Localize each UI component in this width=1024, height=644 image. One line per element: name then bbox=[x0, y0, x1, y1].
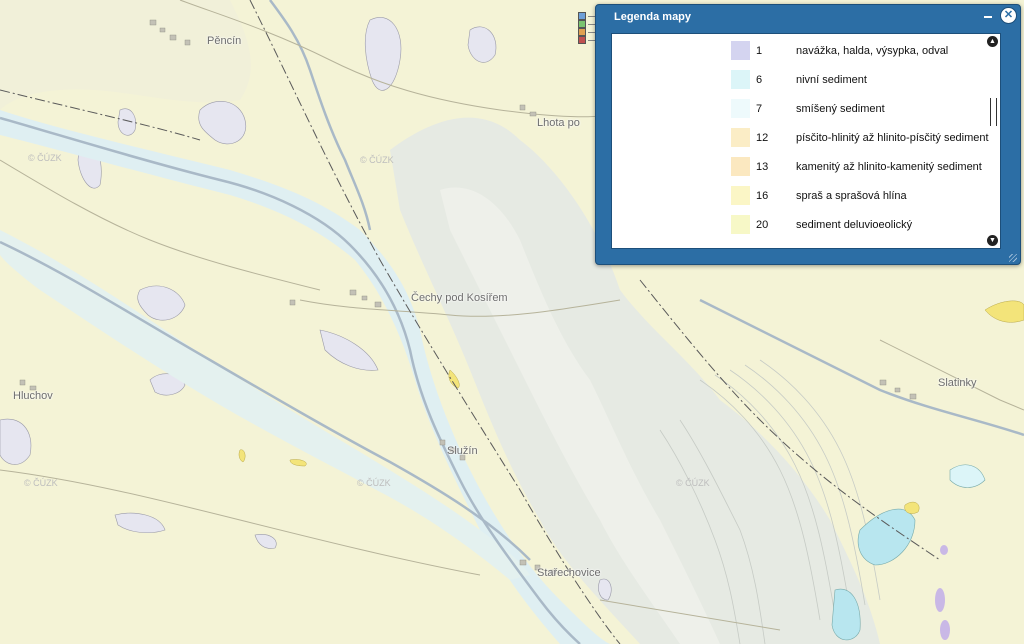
legend-swatch bbox=[731, 70, 750, 89]
legend-title: Legenda mapy bbox=[614, 11, 692, 23]
watermark: © ČÚZK bbox=[676, 478, 710, 488]
scroll-down-icon[interactable]: ▼ bbox=[987, 235, 998, 246]
legend-code: 20 bbox=[756, 219, 769, 231]
legend-label: kamenitý až hlinito-kamenitý sediment bbox=[796, 161, 982, 173]
legend-item: 20 sediment deluvioeolický bbox=[612, 211, 982, 240]
legend-item: 13 kamenitý až hlinito-kamenitý sediment bbox=[612, 153, 982, 182]
layer-icon bbox=[578, 20, 586, 28]
legend-list[interactable]: 1 navážka, halda, výsypka, odval 6 nivní… bbox=[611, 33, 1001, 249]
scroll-thumb[interactable] bbox=[990, 98, 997, 126]
legend-swatch bbox=[731, 41, 750, 60]
legend-code: 1 bbox=[756, 45, 763, 57]
place-label-hluchov: Hluchov bbox=[13, 390, 53, 402]
close-icon[interactable]: ✕ bbox=[1000, 7, 1017, 24]
layer-icon bbox=[578, 28, 586, 36]
legend-swatch bbox=[731, 99, 750, 118]
resize-grip-icon[interactable] bbox=[1009, 254, 1017, 262]
legend-code: 7 bbox=[756, 103, 763, 115]
legend-label: nivní sediment bbox=[796, 74, 867, 86]
legend-label: navážka, halda, výsypka, odval bbox=[796, 45, 949, 57]
layer-icon bbox=[578, 36, 586, 44]
legend-code: 12 bbox=[756, 132, 769, 144]
place-label-pencin: Pěncín bbox=[207, 35, 242, 47]
watermark: © ČÚZK bbox=[28, 153, 62, 163]
legend-label: sediment deluvioeolický bbox=[796, 219, 913, 231]
legend-item: 1 navážka, halda, výsypka, odval bbox=[612, 37, 982, 66]
legend-item: 12 písčito-hlinitý až hlinito-písčitý se… bbox=[612, 124, 989, 153]
scroll-up-icon[interactable]: ▲ bbox=[987, 36, 998, 47]
legend-code: 16 bbox=[756, 190, 769, 202]
place-label-sluzin: Služín bbox=[447, 445, 478, 457]
watermark: © ČÚZK bbox=[24, 478, 58, 488]
legend-swatch bbox=[731, 215, 750, 234]
legend-item: 6 nivní sediment bbox=[612, 66, 982, 95]
legend-item: 16 spraš a sprašová hlína bbox=[612, 182, 982, 211]
watermark: © ČÚZK bbox=[360, 155, 394, 165]
legend-item: 7 smíšený sediment bbox=[612, 95, 982, 124]
watermark: © ČÚZK bbox=[357, 478, 391, 488]
legend-swatch bbox=[731, 157, 750, 176]
legend-code: 13 bbox=[756, 161, 769, 173]
place-label-lhota: Lhota po bbox=[537, 117, 580, 129]
legend-swatch bbox=[731, 128, 750, 147]
legend-window[interactable]: Legenda mapy ✕ 1 navážka, halda, výsypka… bbox=[595, 4, 1021, 265]
place-label-cechy-pod-kosirem: Čechy pod Kosířem bbox=[411, 292, 508, 304]
place-label-slatinky: Slatinky bbox=[938, 377, 977, 389]
place-label-starechovice: Stařechovice bbox=[537, 567, 601, 579]
minimize-icon[interactable] bbox=[984, 16, 992, 18]
legend-label: písčito-hlinitý až hlinito-písčitý sedim… bbox=[796, 132, 989, 144]
legend-label: spraš a sprašová hlína bbox=[796, 190, 907, 202]
legend-swatch bbox=[731, 186, 750, 205]
legend-code: 6 bbox=[756, 74, 763, 86]
legend-scrollbar[interactable]: ▲ ▼ bbox=[987, 36, 998, 246]
legend-label: smíšený sediment bbox=[796, 103, 885, 115]
layer-icon bbox=[578, 12, 586, 20]
